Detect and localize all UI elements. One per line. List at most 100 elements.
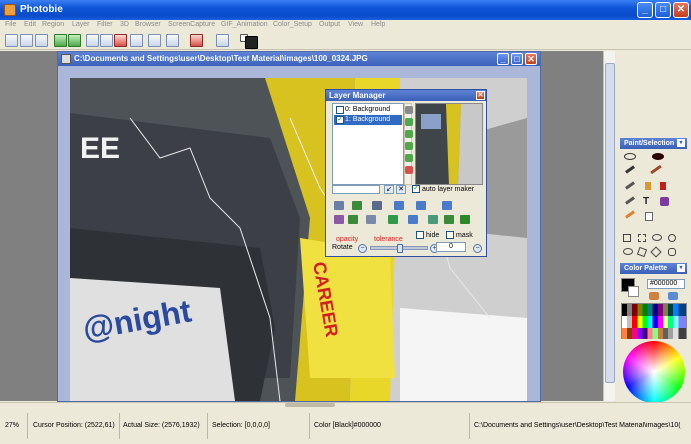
rotate-slider-knob[interactable]	[397, 244, 403, 253]
rotate-value-field[interactable]: 0	[436, 242, 466, 252]
menu-gif-animation[interactable]: GIF_Animation	[221, 21, 268, 28]
scrollbar-thumb[interactable]	[605, 63, 615, 383]
dashed-select-icon[interactable]	[638, 234, 646, 242]
menu-file[interactable]: File	[5, 21, 16, 28]
color-swatch-grid[interactable]	[621, 303, 687, 339]
copy-icon[interactable]	[100, 34, 113, 47]
move-layer-up-icon[interactable]	[405, 118, 413, 126]
menu-edit[interactable]: Edit	[24, 21, 36, 28]
menu-layer[interactable]: Layer	[72, 21, 90, 28]
layer-options-button[interactable]: ✕	[396, 185, 406, 194]
layer-group-icon[interactable]	[442, 201, 452, 210]
color-wheel[interactable]	[623, 341, 685, 403]
rotate-slider[interactable]	[370, 244, 428, 253]
redo-icon[interactable]	[68, 34, 81, 47]
layer-name-input[interactable]	[332, 185, 380, 194]
auto-layer-maker-option[interactable]: ✓ auto layer maker	[412, 185, 474, 195]
layer-transform-icon[interactable]	[428, 215, 438, 224]
adjust-icon[interactable]	[166, 34, 179, 47]
rect-select-icon[interactable]	[623, 234, 631, 242]
screen-capture-icon[interactable]	[216, 34, 229, 47]
color-swatch-row[interactable]	[622, 328, 686, 339]
layer-green-icon[interactable]	[460, 215, 470, 224]
rotate-apply-button[interactable]: −	[473, 244, 482, 253]
menu-region[interactable]: Region	[42, 21, 64, 28]
palette-tool-icon[interactable]	[649, 292, 659, 300]
smudge-icon[interactable]	[660, 197, 669, 206]
layer-properties-icon[interactable]	[334, 201, 344, 210]
rename-layer-button[interactable]: ↙	[384, 185, 394, 194]
doc-maximize-button[interactable]: □	[511, 53, 523, 65]
current-color-hex[interactable]: #000000	[647, 279, 685, 289]
layer-image-icon[interactable]	[444, 215, 454, 224]
paint-selection-collapse-icon[interactable]: ▾	[677, 139, 685, 147]
layer-fx-icon[interactable]	[348, 215, 358, 224]
minimize-button[interactable]: _	[637, 2, 653, 18]
mask-option[interactable]: mask	[446, 231, 473, 240]
delete-layer-icon[interactable]	[405, 166, 413, 174]
move-layer-top-icon[interactable]	[405, 106, 413, 114]
mask-checkbox[interactable]	[446, 231, 454, 240]
move-layer-down-icon[interactable]	[405, 130, 413, 138]
print-icon[interactable]	[148, 34, 161, 47]
ellipse-select-icon[interactable]	[624, 153, 636, 160]
layer-tree-icon[interactable]	[352, 201, 362, 210]
add-layer-icon[interactable]	[405, 142, 413, 150]
paste-icon[interactable]	[130, 34, 143, 47]
menu-view[interactable]: View	[348, 21, 363, 28]
hand-icon[interactable]	[645, 212, 653, 221]
layer-copy-icon[interactable]	[372, 201, 382, 210]
close-button[interactable]: ✕	[673, 2, 689, 18]
menu-filter[interactable]: Filter	[97, 21, 113, 28]
rotate-decrease-button[interactable]: −	[358, 244, 367, 253]
layer-item[interactable]: ✓ 1: Background	[334, 115, 402, 125]
undo-icon[interactable]	[54, 34, 67, 47]
crop-icon[interactable]	[86, 34, 99, 47]
magic-wand-icon[interactable]	[668, 248, 676, 256]
open-icon[interactable]	[20, 34, 33, 47]
layer-mountain-icon[interactable]	[388, 215, 398, 224]
doc-close-button[interactable]: ✕	[525, 53, 537, 65]
text-tool-icon[interactable]: T	[643, 197, 653, 207]
menu-help[interactable]: Help	[371, 21, 385, 28]
effects-icon[interactable]	[190, 34, 203, 47]
foreground-color-icon[interactable]	[245, 36, 258, 49]
delete-icon[interactable]	[114, 34, 127, 47]
menu-3d[interactable]: 3D	[120, 21, 129, 28]
oval-tool-icon[interactable]	[623, 248, 633, 255]
filled-ellipse-icon[interactable]	[652, 153, 664, 160]
panel-resize-grip[interactable]	[285, 403, 335, 407]
menu-bar: File Edit Region Layer Filter 3D Browser…	[0, 20, 691, 32]
doc-minimize-button[interactable]: _	[497, 53, 509, 65]
layer-item[interactable]: 0: Background	[334, 105, 402, 115]
hide-option[interactable]: hide	[416, 231, 439, 240]
layer-visibility-checkbox[interactable]	[336, 106, 344, 114]
hide-checkbox[interactable]	[416, 231, 424, 240]
new-file-icon[interactable]	[5, 34, 18, 47]
color-swatch-row[interactable]	[622, 316, 686, 328]
palette-options-icon[interactable]	[668, 292, 678, 300]
layer-visibility-checkbox[interactable]: ✓	[336, 116, 344, 124]
color-palette-collapse-icon[interactable]: ▾	[677, 264, 685, 272]
auto-layer-maker-checkbox[interactable]: ✓	[412, 185, 420, 194]
menu-screencapture[interactable]: ScreenCapture	[168, 21, 215, 28]
fill-bucket-icon[interactable]	[660, 182, 666, 190]
layer-link-icon[interactable]	[416, 201, 426, 210]
menu-color-setup[interactable]: Color_Setup	[273, 21, 312, 28]
save-icon[interactable]	[35, 34, 48, 47]
oval-select-icon[interactable]	[652, 234, 662, 241]
maximize-button[interactable]: □	[655, 2, 671, 18]
layer-align-icon[interactable]	[366, 215, 376, 224]
circle-select-icon[interactable]	[668, 234, 676, 242]
layer-manager-close-button[interactable]: ✕	[476, 91, 485, 100]
menu-output[interactable]: Output	[319, 21, 340, 28]
color-info: Color [Black]#000000	[314, 422, 381, 429]
layer-flip-icon[interactable]	[408, 215, 418, 224]
layer-effect-icon[interactable]	[334, 215, 344, 224]
menu-browser[interactable]: Browser	[135, 21, 161, 28]
layer-duplicate-icon[interactable]	[394, 201, 404, 210]
merge-layer-icon[interactable]	[405, 154, 413, 162]
vertical-scrollbar[interactable]	[603, 51, 615, 401]
background-color-swatch[interactable]	[628, 286, 639, 297]
eraser-icon[interactable]	[645, 182, 651, 190]
